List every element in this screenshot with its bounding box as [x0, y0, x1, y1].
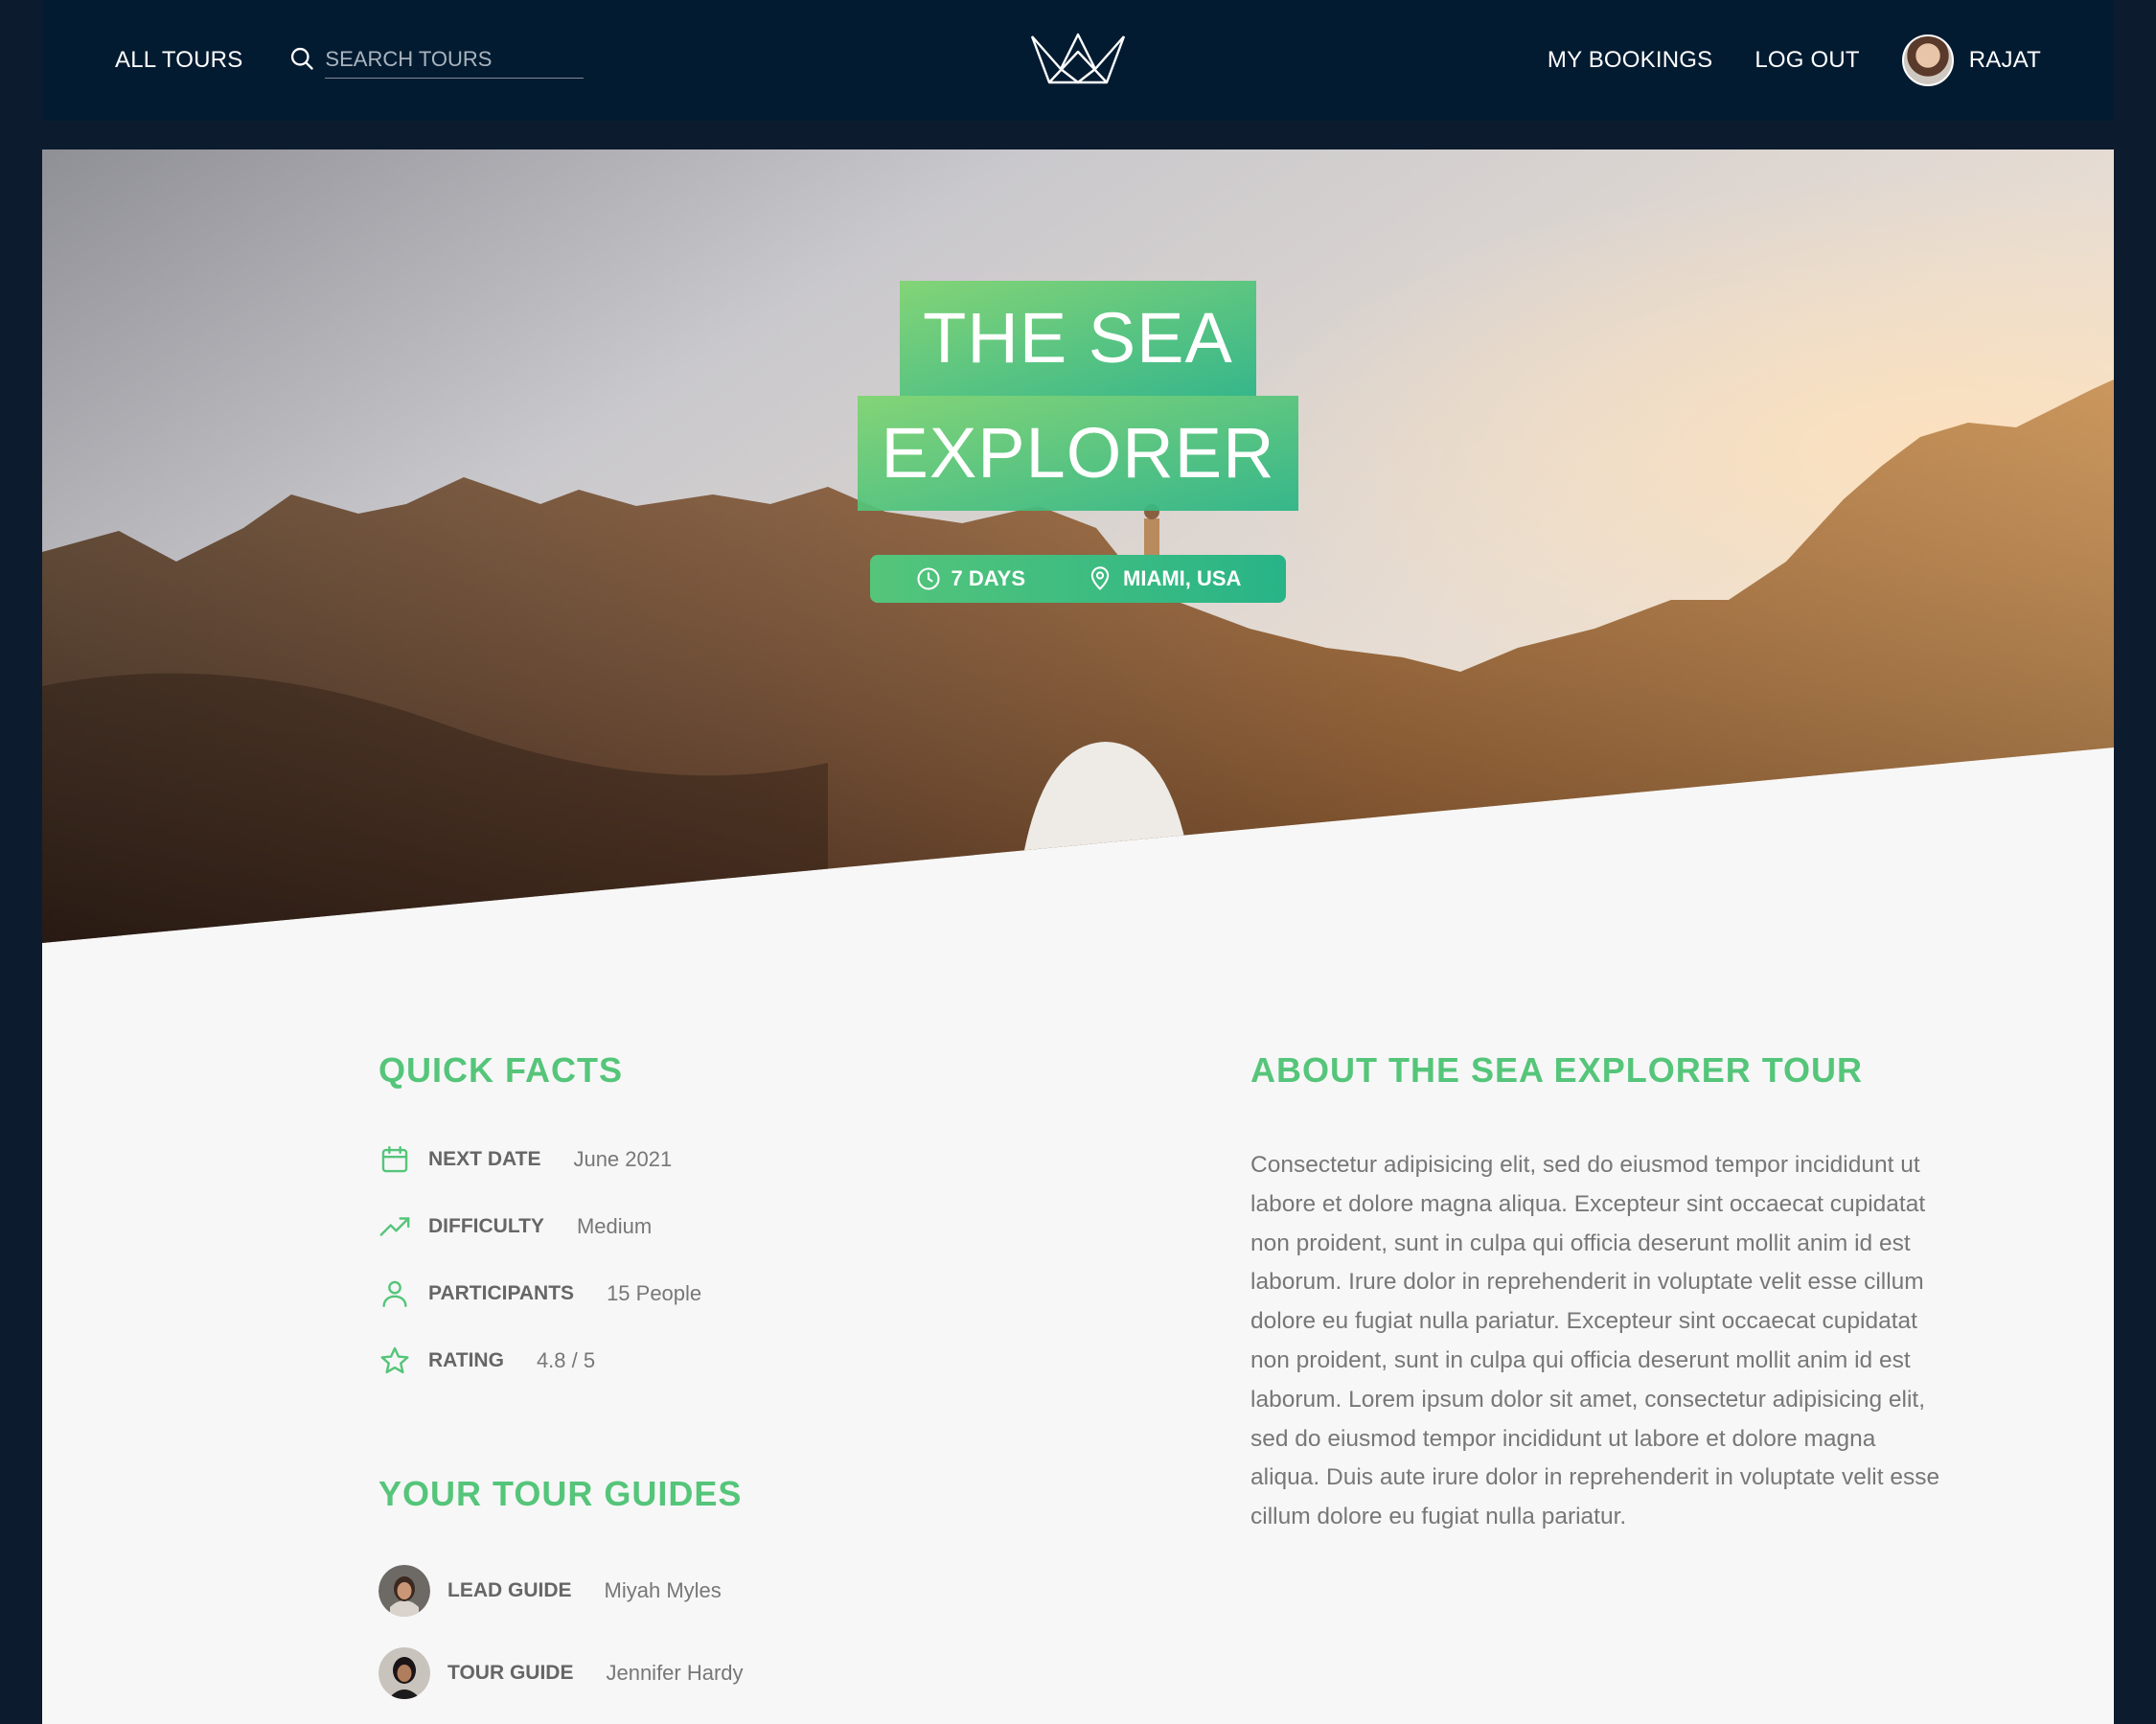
- fact-value: June 2021: [573, 1147, 673, 1171]
- fact-next-date: Next date June 2021: [378, 1142, 953, 1177]
- calendar-icon: [381, 1146, 408, 1173]
- star-icon: [380, 1346, 409, 1374]
- hero-details-bar: 7 days Miami, USA: [870, 555, 1286, 603]
- guide-name: Jennifer Hardy: [606, 1661, 744, 1685]
- fact-value: 4.8 / 5: [536, 1348, 596, 1372]
- fact-label: Rating: [428, 1349, 504, 1371]
- log-out-link[interactable]: Log out: [1755, 47, 1859, 74]
- fact-rating: Rating 4.8 / 5: [378, 1344, 953, 1378]
- search-input[interactable]: [325, 42, 585, 79]
- user-name[interactable]: Rajat: [1969, 47, 2041, 74]
- search-icon[interactable]: [288, 45, 315, 77]
- avatar: [378, 1647, 430, 1699]
- fact-label: Participants: [428, 1282, 575, 1304]
- tour-guides-heading: Your tour guides: [378, 1474, 743, 1513]
- guide-role: Tour guide: [447, 1662, 574, 1684]
- user-menu[interactable]: Rajat: [1901, 34, 2041, 86]
- tour-guides-list: Lead guide Miyah Myles Tour guide Jennif…: [378, 1564, 953, 1700]
- fact-value: 15 People: [607, 1281, 702, 1305]
- logo[interactable]: [1028, 31, 1128, 88]
- location-badge: Miami, USA: [1087, 565, 1241, 592]
- user-icon: [382, 1280, 407, 1307]
- avatar[interactable]: [1901, 34, 1954, 86]
- fact-participants: Participants 15 People: [378, 1276, 953, 1311]
- tour-title-line-1: The Sea: [900, 281, 1256, 396]
- clock-icon: [915, 565, 942, 592]
- quick-facts-list: Next date June 2021 Difficulty Medium Pa…: [378, 1142, 953, 1378]
- guide-lead: Lead guide Miyah Myles: [378, 1564, 953, 1618]
- guide-tour: Tour guide Jennifer Hardy: [378, 1646, 953, 1700]
- quick-facts-section: Quick facts Next date June 2021 Difficul…: [378, 1050, 953, 1724]
- nav-right: My bookings Log out Rajat: [1548, 34, 2041, 86]
- my-bookings-link[interactable]: My bookings: [1548, 47, 1712, 74]
- fact-label: Next date: [428, 1148, 541, 1170]
- tour-title: The Sea Explorer: [791, 281, 1365, 511]
- search-form: [288, 42, 585, 79]
- duration-text: 7 days: [951, 566, 1025, 590]
- tour-title-line-2: Explorer: [858, 396, 1298, 511]
- tour-detail-card: The Sea Explorer 7 days: [42, 149, 2114, 1724]
- avatar: [378, 1565, 430, 1617]
- about-heading: About the sea explorer tour: [1250, 1050, 1864, 1090]
- location-text: Miami, USA: [1123, 566, 1242, 590]
- nav-left: All tours: [115, 42, 585, 79]
- fact-value: Medium: [576, 1214, 653, 1238]
- fact-label: Difficulty: [428, 1215, 544, 1237]
- about-section: About the sea explorer tour Consectetur …: [1250, 1050, 1950, 1537]
- trending-up-icon: [379, 1217, 410, 1236]
- fact-difficulty: Difficulty Medium: [378, 1209, 953, 1244]
- all-tours-link[interactable]: All tours: [115, 47, 242, 74]
- guide-role: Lead guide: [447, 1579, 572, 1601]
- map-pin-icon: [1087, 565, 1113, 592]
- site-header: All tours My bookings Log out Rajat: [42, 0, 2114, 121]
- duration-badge: 7 days: [915, 565, 1025, 592]
- guide-name: Miyah Myles: [604, 1578, 722, 1602]
- about-description: Consectetur adipisicing elit, sed do eiu…: [1250, 1152, 1940, 1530]
- quick-facts-heading: Quick facts: [378, 1050, 624, 1090]
- hero-section: The Sea Explorer 7 days: [42, 149, 2114, 943]
- hero-image: [42, 149, 2114, 943]
